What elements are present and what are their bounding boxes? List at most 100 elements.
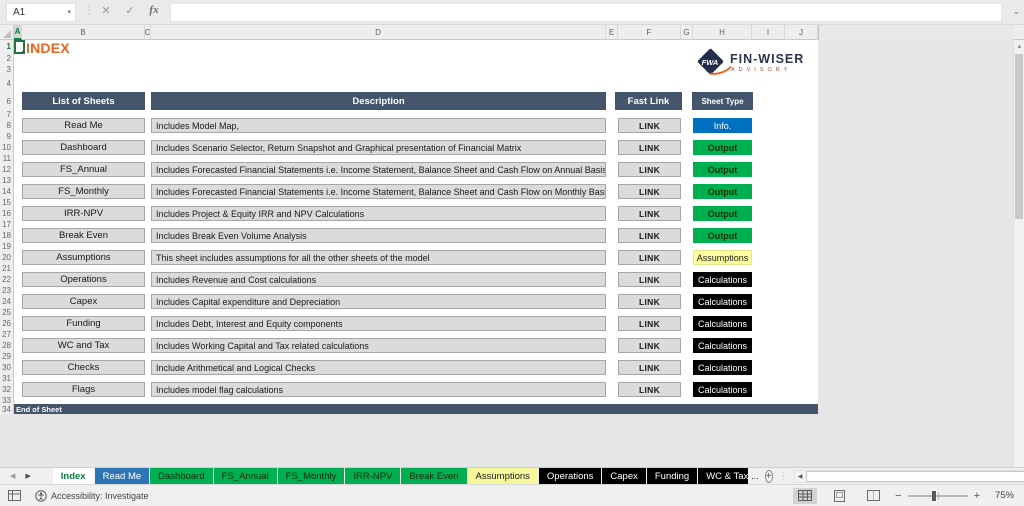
zoom-slider[interactable]: [908, 495, 968, 497]
fast-link-button[interactable]: LINK: [618, 272, 681, 287]
row-header-1[interactable]: 1: [0, 40, 13, 53]
row-header-4[interactable]: 4: [0, 76, 13, 90]
fast-link-button[interactable]: LINK: [618, 228, 681, 243]
fast-link-button[interactable]: LINK: [618, 338, 681, 353]
sheet-tab-wc-tax[interactable]: WC & Tax: [698, 468, 748, 484]
fast-link-button[interactable]: LINK: [618, 382, 681, 397]
row-header-30[interactable]: 30: [0, 360, 13, 375]
select-all-corner[interactable]: [0, 25, 14, 40]
tab-scroll-left-icon[interactable]: ◀: [10, 472, 15, 480]
zoom-slider-thumb[interactable]: [932, 491, 936, 501]
fast-link-button[interactable]: LINK: [618, 294, 681, 309]
fast-link-button[interactable]: LINK: [618, 162, 681, 177]
column-header-E[interactable]: E: [606, 25, 618, 40]
row-header-18[interactable]: 18: [0, 228, 13, 243]
vertical-scrollbar-thumb[interactable]: [1015, 54, 1023, 219]
zoom-level[interactable]: 75%: [990, 490, 1014, 501]
formula-bar-expand-icon[interactable]: ⌄: [1012, 6, 1020, 17]
fast-link-button[interactable]: LINK: [618, 118, 681, 133]
row-header-9[interactable]: 9: [0, 133, 13, 140]
fast-link-button[interactable]: LINK: [618, 250, 681, 265]
row-header-8[interactable]: 8: [0, 118, 13, 133]
selected-cell-a1[interactable]: [14, 40, 25, 54]
sheet-tab-index[interactable]: Index: [53, 468, 94, 484]
column-header-I[interactable]: I: [752, 25, 785, 40]
row-header-7[interactable]: 7: [0, 110, 13, 118]
sheet-tab-fs-monthly[interactable]: FS_Monthly: [278, 468, 345, 484]
row-header-34[interactable]: 34: [0, 404, 13, 414]
page-break-view-button[interactable]: [861, 488, 885, 504]
horizontal-scrollbar-thumb[interactable]: [806, 471, 1024, 482]
name-box-dropdown-icon[interactable]: ▾: [67, 8, 71, 16]
row-header-28[interactable]: 28: [0, 338, 13, 353]
row-header-16[interactable]: 16: [0, 206, 13, 221]
row-header-14[interactable]: 14: [0, 184, 13, 199]
zoom-control: − +: [895, 490, 980, 502]
cancel-icon[interactable]: ✕: [96, 4, 116, 17]
sheet-tab-break-even[interactable]: Break Even: [401, 468, 466, 484]
accessibility-status[interactable]: Accessibility: Investigate: [35, 490, 149, 502]
row-header-11[interactable]: 11: [0, 155, 13, 162]
row-header-31[interactable]: 31: [0, 375, 13, 382]
column-header-B[interactable]: B: [22, 25, 145, 40]
row-header-29[interactable]: 29: [0, 353, 13, 360]
row-header-24[interactable]: 24: [0, 294, 13, 309]
row-header-33[interactable]: 33: [0, 397, 13, 404]
sheet-tab-capex[interactable]: Capex: [602, 468, 645, 484]
scroll-up-icon[interactable]: ▲: [1014, 40, 1024, 53]
row-header-13[interactable]: 13: [0, 177, 13, 184]
formula-input[interactable]: [170, 3, 1002, 22]
fast-link-button[interactable]: LINK: [618, 184, 681, 199]
sheet-tab-assumptions[interactable]: Assumptions: [468, 468, 538, 484]
row-header-2[interactable]: 2: [0, 53, 13, 63]
row-header-21[interactable]: 21: [0, 265, 13, 272]
table-header-list-of-sheets: List of Sheets: [22, 92, 145, 110]
sheet-tab-irr-npv[interactable]: IRR-NPV: [345, 468, 400, 484]
row-header-20[interactable]: 20: [0, 250, 13, 265]
column-header-A[interactable]: A: [14, 25, 22, 40]
row-header-10[interactable]: 10: [0, 140, 13, 155]
column-header-J[interactable]: J: [785, 25, 818, 40]
column-header-D[interactable]: D: [151, 25, 606, 40]
horizontal-scrollbar[interactable]: ◀ ▶: [794, 470, 1024, 483]
sheet-tab-fs-annual[interactable]: FS_Annual: [214, 468, 277, 484]
row-header-32[interactable]: 32: [0, 382, 13, 397]
zoom-in-icon[interactable]: +: [974, 490, 980, 502]
row-header-12[interactable]: 12: [0, 162, 13, 177]
row-header-19[interactable]: 19: [0, 243, 13, 250]
normal-view-button[interactable]: [793, 488, 817, 504]
column-header-G[interactable]: G: [681, 25, 693, 40]
sheet-tab-funding[interactable]: Funding: [647, 468, 697, 484]
row-header-27[interactable]: 27: [0, 331, 13, 338]
tab-scroll-right-icon[interactable]: ▶: [25, 472, 30, 480]
row-header-25[interactable]: 25: [0, 309, 13, 316]
description-cell: Includes Debt, Interest and Equity compo…: [151, 316, 606, 331]
tab-overflow-indicator[interactable]: ...: [751, 468, 759, 484]
new-sheet-button[interactable]: +: [765, 470, 773, 483]
zoom-out-icon[interactable]: −: [895, 490, 901, 502]
row-header-6[interactable]: 6: [0, 92, 13, 110]
vertical-scrollbar[interactable]: ▲ ▼: [1013, 40, 1024, 484]
row-header-22[interactable]: 22: [0, 272, 13, 287]
fast-link-button[interactable]: LINK: [618, 206, 681, 221]
table-header-fast-link: Fast Link: [615, 92, 682, 110]
fast-link-button[interactable]: LINK: [618, 316, 681, 331]
row-header-17[interactable]: 17: [0, 221, 13, 228]
sheet-tab-dashboard[interactable]: Dashboard: [150, 468, 212, 484]
sheet-tab-operations[interactable]: Operations: [539, 468, 601, 484]
page-layout-view-button[interactable]: [827, 488, 851, 504]
fast-link-button[interactable]: LINK: [618, 140, 681, 155]
insert-function-icon[interactable]: fx: [144, 4, 164, 16]
sheet-tab-read-me[interactable]: Read Me: [95, 468, 150, 484]
row-header-23[interactable]: 23: [0, 287, 13, 294]
row-header-15[interactable]: 15: [0, 199, 13, 206]
fill-handle[interactable]: [22, 51, 25, 54]
enter-icon[interactable]: ✓: [120, 4, 140, 17]
row-header-3[interactable]: 3: [0, 63, 13, 76]
fast-link-button[interactable]: LINK: [618, 360, 681, 375]
name-box[interactable]: A1 ▾: [6, 3, 76, 22]
scroll-left-icon[interactable]: ◀: [795, 473, 806, 480]
column-header-F[interactable]: F: [618, 25, 681, 40]
row-header-26[interactable]: 26: [0, 316, 13, 331]
column-header-H[interactable]: H: [693, 25, 752, 40]
